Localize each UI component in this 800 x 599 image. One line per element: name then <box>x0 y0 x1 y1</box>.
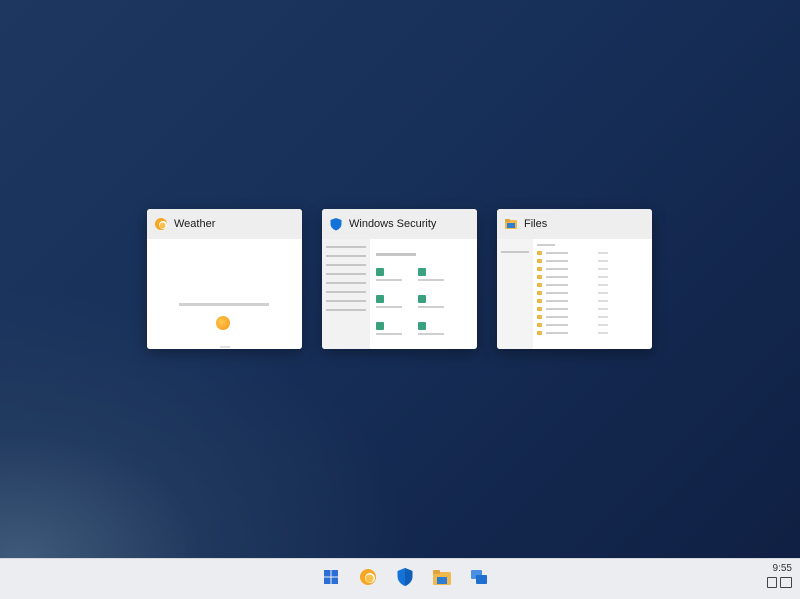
clock: 9:55 <box>772 563 792 574</box>
taskbar-apps <box>312 567 497 591</box>
window-preview <box>147 239 302 349</box>
taskbar-security-button[interactable] <box>386 567 423 591</box>
weather-sun-icon <box>154 217 168 231</box>
shield-icon <box>329 217 343 231</box>
network-icon <box>780 577 792 588</box>
preview-text <box>220 346 230 348</box>
window-preview <box>322 239 477 349</box>
folder-icon <box>504 217 518 231</box>
taskbar: 9:55 <box>0 558 800 599</box>
preview-sidebar <box>322 239 370 349</box>
taskbar-weather-button[interactable] <box>349 567 386 591</box>
window-card-files[interactable]: Files <box>497 209 652 349</box>
card-header: Files <box>497 209 652 239</box>
preview-sidebar <box>497 239 533 349</box>
battery-icon <box>767 577 777 588</box>
task-view-icon <box>469 568 489 591</box>
weather-sun-icon <box>216 316 230 330</box>
card-header: Weather <box>147 209 302 239</box>
window-title: Windows Security <box>349 218 437 230</box>
shield-icon <box>396 567 414 592</box>
windows-start-icon <box>323 569 339 590</box>
start-button[interactable] <box>312 567 349 591</box>
preview-file-list <box>537 241 648 337</box>
window-card-weather[interactable]: Weather <box>147 209 302 349</box>
preview-tiles <box>376 253 471 349</box>
card-header: Windows Security <box>322 209 477 239</box>
taskbar-files-button[interactable] <box>423 567 460 591</box>
folder-icon <box>432 568 452 591</box>
window-title: Files <box>524 218 548 230</box>
preview-text <box>179 303 269 306</box>
taskbar-task-view-button[interactable] <box>460 567 497 591</box>
window-title: Weather <box>174 218 216 230</box>
weather-sun-icon <box>358 567 378 592</box>
window-card-windows-security[interactable]: Windows Security <box>322 209 477 349</box>
window-preview <box>497 239 652 349</box>
system-tray[interactable]: 9:55 <box>767 563 792 588</box>
